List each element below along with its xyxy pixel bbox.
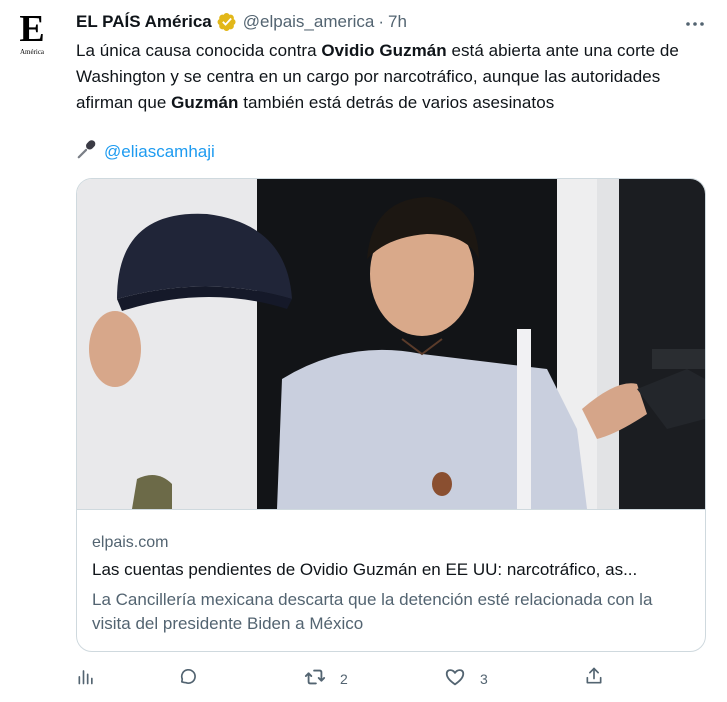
tweet-text-part: La única causa conocida contra (76, 41, 322, 60)
tweet[interactable]: E América EL PAÍS América @elpais_americ… (0, 0, 727, 702)
highlighted-term: Guzmán (171, 93, 239, 112)
like-button[interactable]: 3 (444, 666, 488, 691)
account-handle[interactable]: @elpais_america (243, 12, 375, 32)
account-name[interactable]: EL PAÍS América (76, 12, 212, 32)
separator-dot: · (378, 12, 385, 31)
timestamp[interactable]: 7h (388, 12, 407, 32)
verified-badge-icon[interactable] (217, 12, 237, 32)
link-card[interactable]: elpais.com Las cuentas pendientes de Ovi… (76, 178, 706, 652)
avatar[interactable]: E América (12, 8, 52, 56)
more-icon[interactable] (683, 12, 707, 36)
card-body[interactable]: elpais.com Las cuentas pendientes de Ovi… (77, 509, 705, 633)
retweet-button[interactable]: 2 (304, 666, 348, 691)
mention-link[interactable]: @eliascamhaji (104, 142, 215, 162)
reply-icon (176, 666, 196, 689)
tweet-text-part: también está detrás de varios asesinatos (238, 93, 555, 112)
card-image[interactable] (77, 179, 705, 509)
views-button[interactable] (76, 666, 110, 689)
share-icon (584, 666, 604, 689)
logo-subtitle: América (19, 48, 45, 56)
card-title[interactable]: Las cuentas pendientes de Ovidio Guzmán … (92, 560, 692, 580)
microphone-icon (76, 138, 98, 165)
share-button[interactable] (584, 666, 604, 689)
logo-letter: E (19, 8, 45, 50)
views-icon (76, 666, 96, 689)
retweet-icon (304, 666, 326, 691)
card-domain: elpais.com (92, 534, 169, 551)
tweet-text: La única causa conocida contra Ovidio Gu… (76, 38, 708, 116)
like-icon (444, 666, 466, 691)
highlighted-term: Ovidio Guzmán (321, 41, 447, 60)
tweet-header: EL PAÍS América @elpais_america · 7h (76, 11, 707, 33)
retweet-count: 2 (340, 670, 348, 687)
tweet-actions: 2 3 (76, 666, 636, 692)
like-count: 3 (480, 670, 488, 687)
card-description: La Cancillería mexicana descarta que la … (92, 590, 653, 633)
photo-credit: @eliascamhaji (76, 138, 215, 165)
reply-button[interactable] (176, 666, 210, 689)
